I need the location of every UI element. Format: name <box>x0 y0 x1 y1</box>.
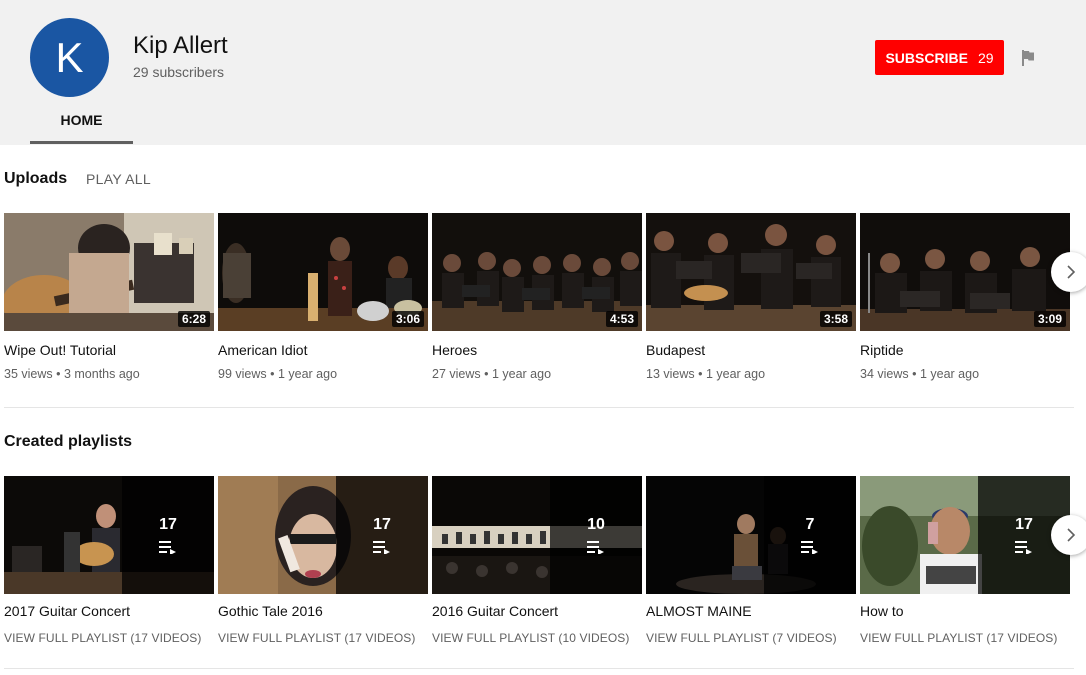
playlist-overlay: 17 <box>122 476 214 594</box>
playlist-card[interactable]: 10 2016 Guitar Concert VIEW FULL PLAYLIS… <box>432 476 642 645</box>
video-thumbnail[interactable]: 3:06 <box>218 213 428 331</box>
playlist-card[interactable]: 17 How to VIEW FULL PLAYLIST (17 VIDEOS) <box>860 476 1070 645</box>
video-title[interactable]: Heroes <box>432 342 477 358</box>
uploads-next-button[interactable] <box>1051 252 1086 292</box>
playlist-icon <box>1015 541 1032 554</box>
playlist-video-count: 17 <box>373 516 391 533</box>
channel-header: K Kip Allert 29 subscribers SUBSCRIBE 29… <box>0 0 1086 145</box>
video-meta: 34 views • 1 year ago <box>860 367 980 381</box>
playlist-title[interactable]: ALMOST MAINE <box>646 603 752 619</box>
video-title[interactable]: Wipe Out! Tutorial <box>4 342 116 358</box>
video-meta: 27 views • 1 year ago <box>432 367 552 381</box>
playlist-title[interactable]: 2016 Guitar Concert <box>432 603 558 619</box>
channel-name[interactable]: Kip Allert <box>133 32 228 60</box>
video-card[interactable]: 6:28 Wipe Out! Tutorial 35 views • 3 mon… <box>4 213 214 381</box>
video-title[interactable]: Riptide <box>860 342 904 358</box>
playlist-card[interactable]: 7 ALMOST MAINE VIEW FULL PLAYLIST (7 VID… <box>646 476 856 645</box>
playlist-title[interactable]: Gothic Tale 2016 <box>218 603 323 619</box>
video-thumbnail[interactable]: 3:58 <box>646 213 856 331</box>
section-divider <box>4 668 1074 669</box>
video-card[interactable]: 3:09 Riptide 34 views • 1 year ago <box>860 213 1070 381</box>
playlist-video-count: 10 <box>587 516 605 533</box>
playlists-title[interactable]: Created playlists <box>4 433 132 451</box>
video-card[interactable]: 3:06 American Idiot 99 views • 1 year ag… <box>218 213 428 381</box>
subscriber-count: 29 subscribers <box>133 64 225 80</box>
subscribe-label: SUBSCRIBE <box>885 49 968 66</box>
view-full-playlist-link[interactable]: VIEW FULL PLAYLIST (17 VIDEOS) <box>4 631 202 645</box>
chevron-right-icon <box>1067 265 1076 279</box>
video-meta: 99 views • 1 year ago <box>218 367 338 381</box>
view-full-playlist-link[interactable]: VIEW FULL PLAYLIST (7 VIDEOS) <box>646 631 837 645</box>
video-card[interactable]: 3:58 Budapest 13 views • 1 year ago <box>646 213 856 381</box>
playlist-card[interactable]: 17 Gothic Tale 2016 VIEW FULL PLAYLIST (… <box>218 476 428 645</box>
playlist-icon <box>373 541 390 554</box>
uploads-title[interactable]: Uploads <box>4 170 67 188</box>
playlist-overlay: 17 <box>336 476 428 594</box>
video-duration: 3:06 <box>391 311 424 327</box>
video-meta: 35 views • 3 months ago <box>4 367 140 381</box>
playlist-thumbnail[interactable]: 7 <box>646 476 856 594</box>
view-full-playlist-link[interactable]: VIEW FULL PLAYLIST (17 VIDEOS) <box>860 631 1058 645</box>
playlist-title[interactable]: How to <box>860 603 904 619</box>
playlist-card[interactable]: 17 2017 Guitar Concert VIEW FULL PLAYLIS… <box>4 476 214 645</box>
video-thumbnail[interactable]: 3:09 <box>860 213 1070 331</box>
video-card[interactable]: 4:53 Heroes 27 views • 1 year ago <box>432 213 642 381</box>
video-title[interactable]: Budapest <box>646 342 705 358</box>
playlist-thumbnail[interactable]: 17 <box>218 476 428 594</box>
playlist-overlay: 10 <box>550 476 642 594</box>
playlist-thumbnail[interactable]: 10 <box>432 476 642 594</box>
playlist-icon <box>587 541 604 554</box>
video-meta: 13 views • 1 year ago <box>646 367 766 381</box>
playlist-title[interactable]: 2017 Guitar Concert <box>4 603 130 619</box>
video-duration: 4:53 <box>605 311 638 327</box>
playlist-overlay: 7 <box>764 476 856 594</box>
flag-icon[interactable] <box>1019 49 1037 67</box>
playlist-video-count: 17 <box>1015 516 1033 533</box>
video-duration: 6:28 <box>177 311 210 327</box>
view-full-playlist-link[interactable]: VIEW FULL PLAYLIST (17 VIDEOS) <box>218 631 416 645</box>
subscribe-count: 29 <box>977 49 994 66</box>
playlist-thumbnail[interactable]: 17 <box>860 476 1070 594</box>
section-divider <box>4 407 1074 408</box>
play-all-button[interactable]: PLAY ALL <box>86 171 151 187</box>
video-thumbnail[interactable]: 4:53 <box>432 213 642 331</box>
tab-home[interactable]: HOME <box>30 98 133 144</box>
playlist-video-count: 7 <box>805 516 815 533</box>
playlist-icon <box>801 541 818 554</box>
subscribe-button[interactable]: SUBSCRIBE 29 <box>875 40 1004 75</box>
playlist-icon <box>159 541 176 554</box>
video-duration: 3:09 <box>1033 311 1066 327</box>
view-full-playlist-link[interactable]: VIEW FULL PLAYLIST (10 VIDEOS) <box>432 631 630 645</box>
video-duration: 3:58 <box>819 311 852 327</box>
playlists-next-button[interactable] <box>1051 515 1086 555</box>
playlist-video-count: 17 <box>159 516 177 533</box>
playlist-thumbnail[interactable]: 17 <box>4 476 214 594</box>
chevron-right-icon <box>1067 528 1076 542</box>
video-title[interactable]: American Idiot <box>218 342 307 358</box>
channel-avatar[interactable]: K <box>30 18 109 97</box>
video-thumbnail[interactable]: 6:28 <box>4 213 214 331</box>
